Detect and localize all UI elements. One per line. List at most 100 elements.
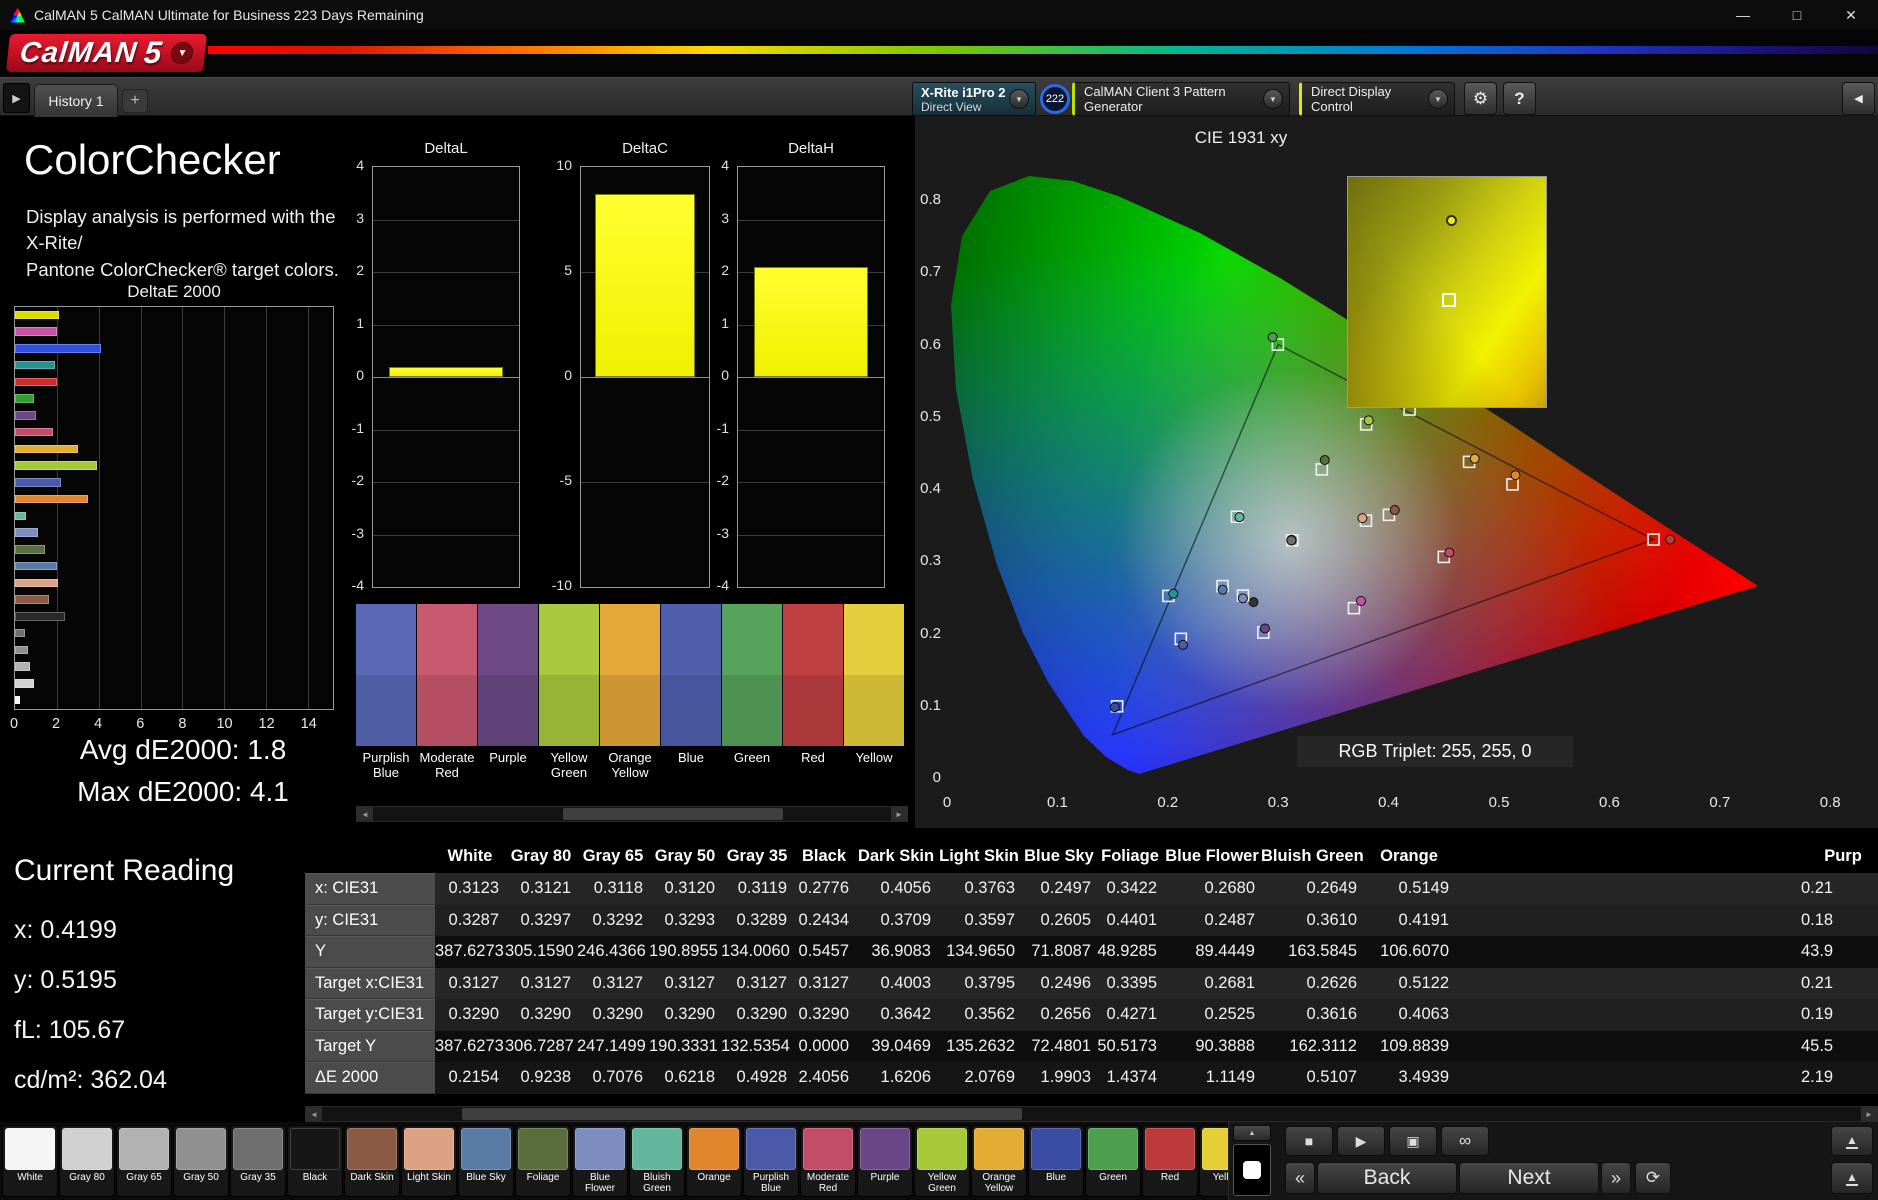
chevron-down-icon[interactable]: ▼ [1263, 89, 1283, 109]
patch-button-green[interactable]: Green [1085, 1125, 1141, 1197]
patch-button-gray-50[interactable]: Gray 50 [173, 1125, 229, 1197]
swatch-green[interactable]: Green [722, 604, 782, 802]
patch-button-purple[interactable]: Purple [857, 1125, 913, 1197]
swatch-blue[interactable]: Blue [661, 604, 721, 802]
patch-button-foliage[interactable]: Foliage [515, 1125, 571, 1197]
patch-button-blue[interactable]: Blue [1028, 1125, 1084, 1197]
tab-scroll-left-button[interactable]: ▶ [3, 83, 30, 113]
continuous-measure-button[interactable]: ∞ [1441, 1126, 1489, 1156]
table-scrollbar[interactable]: ◄ ► [305, 1106, 1878, 1122]
patch-button-dark-skin[interactable]: Dark Skin [344, 1125, 400, 1197]
tab-history-1[interactable]: History 1 [34, 84, 118, 117]
patch-color [62, 1128, 112, 1170]
back-button[interactable]: Back [1317, 1162, 1457, 1194]
deltaE-bar-magenta [15, 327, 57, 336]
y-tick-label: -1 [351, 419, 364, 436]
rainbow-stripe [208, 46, 1878, 54]
swatch-red[interactable]: Red [783, 604, 843, 802]
patch-label: Orange [697, 1172, 731, 1183]
export-button[interactable]: ▲ [1831, 1162, 1873, 1194]
scroll-left-icon[interactable]: ◄ [306, 1107, 322, 1121]
stop-button[interactable]: ■ [1285, 1126, 1333, 1156]
layout-button[interactable]: ▲ [1831, 1126, 1873, 1156]
meter-dropdown[interactable]: X-Rite i1Pro 2 Direct View ▼ [912, 82, 1036, 116]
patch-button-black[interactable]: Black [287, 1125, 343, 1197]
add-tab-button[interactable]: + [122, 89, 148, 113]
swatch-yellow[interactable]: Yellow [844, 604, 904, 802]
table-cell: 0.5149 [1398, 879, 1449, 898]
swatch-purple[interactable]: Purple [478, 604, 538, 802]
table-cell: 109.8839 [1380, 1036, 1449, 1055]
deltaE-chart-title: DeltaE 2000 [127, 282, 221, 301]
swatch-color [783, 604, 843, 746]
play-button[interactable]: ▶ [1337, 1126, 1385, 1156]
scroll-right-icon[interactable]: ► [1861, 1107, 1877, 1121]
calman-window: CalMAN 5 CalMAN Ultimate for Business 22… [0, 0, 1878, 1200]
table-cell: 0.3709 [880, 910, 931, 929]
y-tick-label: -4 [716, 577, 729, 593]
chevron-down-icon[interactable]: ▼ [1428, 89, 1448, 109]
gridline [738, 429, 884, 431]
first-page-button[interactable]: « [1285, 1162, 1315, 1194]
panel-expand-button[interactable]: ▲ [1233, 1125, 1271, 1141]
patch-button-gray-80[interactable]: Gray 80 [59, 1125, 115, 1197]
deltaH-y-axis: 4 3 2 1 0 -1 -2 -3 -4 [695, 157, 733, 593]
patch-button-yellow-green[interactable]: Yellow Green [914, 1125, 970, 1197]
column-header: Gray 50 [654, 847, 716, 865]
swatch-purplish-blue[interactable]: Purplish Blue [356, 604, 416, 802]
swatch-moderate-red[interactable]: Moderate Red [417, 604, 477, 802]
logo-bar: CalMAN 5 ▼ [0, 30, 1878, 77]
patch-button-moderate-red[interactable]: Moderate Red [800, 1125, 856, 1197]
scrollbar-thumb[interactable] [462, 1108, 1022, 1120]
patch-button-light-skin[interactable]: Light Skin [401, 1125, 457, 1197]
scroll-right-icon[interactable]: ► [891, 807, 907, 821]
patch-button-blue-sky[interactable]: Blue Sky [458, 1125, 514, 1197]
patch-button-bluish-green[interactable]: Bluish Green [629, 1125, 685, 1197]
scrollbar-track[interactable] [322, 1107, 1861, 1121]
measured-marker-yellow-green [1363, 415, 1374, 426]
table-cell: 2.4056 [798, 1068, 849, 1087]
calman-logo[interactable]: CalMAN 5 ▼ [6, 34, 208, 72]
table-cell: 0.5122 [1398, 973, 1449, 992]
chevron-down-icon[interactable]: ▼ [1009, 89, 1029, 109]
patch-button-gray-35[interactable]: Gray 35 [230, 1125, 286, 1197]
single-measure-button[interactable]: ▣ [1389, 1126, 1437, 1156]
patch-button-purplish-blue[interactable]: Purplish Blue [743, 1125, 799, 1197]
table-cell: 305.1590 [505, 942, 574, 961]
minimize-button[interactable]: — [1716, 0, 1770, 30]
patch-button-orange[interactable]: Orange [686, 1125, 742, 1197]
patch-label: Yellow [1212, 1172, 1228, 1183]
window-controls: — □ ✕ [1716, 0, 1878, 30]
scrollbar-thumb[interactable] [563, 808, 783, 820]
last-page-button[interactable]: » [1601, 1162, 1631, 1194]
deltaE-bar-yellow [15, 310, 59, 320]
help-button[interactable]: ? [1503, 82, 1536, 115]
scroll-left-icon[interactable]: ◄ [357, 807, 373, 821]
swatch-orange-yellow[interactable]: Orange Yellow [600, 604, 660, 802]
panel-collapse-button[interactable]: ◀ [1842, 82, 1875, 115]
logo-dropdown-icon[interactable]: ▼ [170, 42, 195, 64]
settings-button[interactable]: ⚙ [1464, 82, 1497, 115]
chevron-left-icon: ◀ [1854, 93, 1863, 105]
patch-label: Blue [1045, 1172, 1066, 1183]
pattern-window-button[interactable] [1233, 1144, 1271, 1196]
patch-button-blue-flower[interactable]: Blue Flower [572, 1125, 628, 1197]
patch-button-white[interactable]: White [2, 1125, 58, 1197]
display-control-dropdown[interactable]: Direct Display Control ▼ [1299, 82, 1455, 116]
patch-button-gray-65[interactable]: Gray 65 [116, 1125, 172, 1197]
pattern-generator-dropdown[interactable]: CalMAN Client 3 Pattern Generator ▼ [1072, 82, 1290, 116]
swatch-strip-scrollbar[interactable]: ◄ ► [356, 806, 908, 822]
patch-button-yellow[interactable]: Yellow [1199, 1125, 1228, 1197]
refresh-button[interactable]: ⟳ [1635, 1162, 1671, 1194]
gridline [738, 534, 884, 536]
patch-button-orange-yellow[interactable]: Orange Yellow [971, 1125, 1027, 1197]
maximize-button[interactable]: □ [1770, 0, 1824, 30]
next-button[interactable]: Next [1459, 1162, 1599, 1194]
table-cell: 132.5354 [721, 1036, 790, 1055]
scrollbar-track[interactable] [373, 807, 891, 821]
patch-button-red[interactable]: Red [1142, 1125, 1198, 1197]
meter-count-badge[interactable]: 222 [1040, 84, 1070, 114]
deltaL-y-axis: 4 3 2 1 0 -1 -2 -3 -4 [330, 157, 368, 593]
close-button[interactable]: ✕ [1824, 0, 1878, 30]
swatch-yellow-green[interactable]: Yellow Green [539, 604, 599, 802]
